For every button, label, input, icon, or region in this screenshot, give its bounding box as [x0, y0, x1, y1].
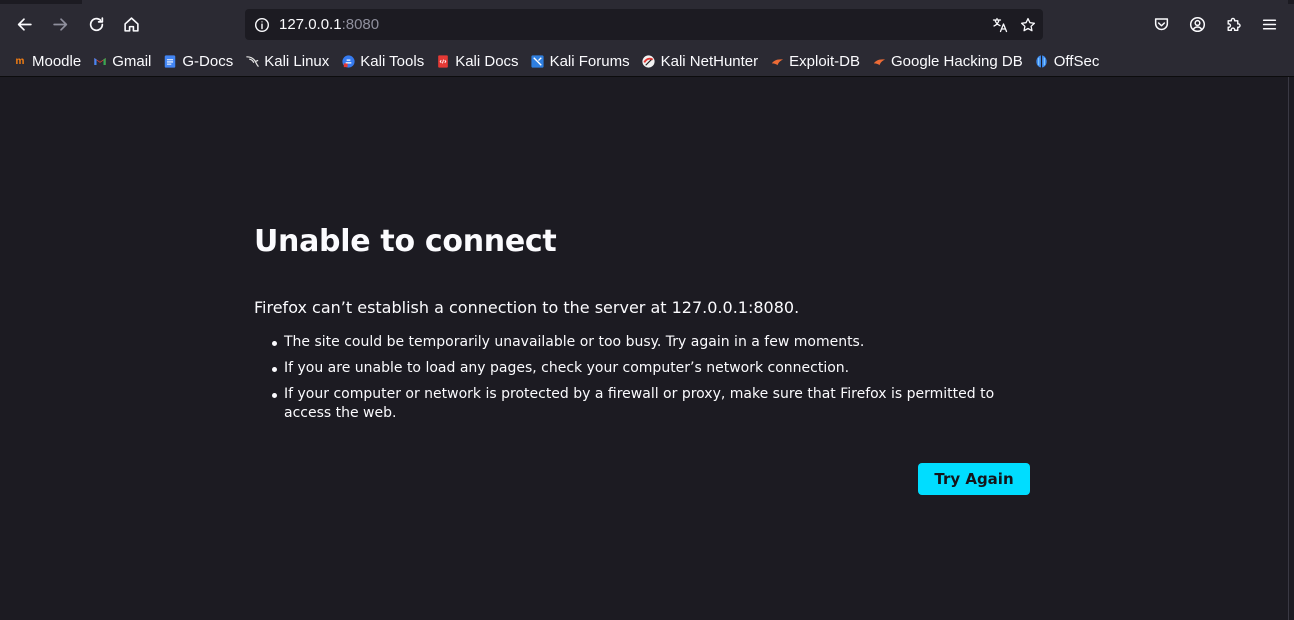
- bookmark-g-docs[interactable]: G-Docs: [158, 49, 237, 73]
- home-button[interactable]: [116, 9, 146, 39]
- bookmark-label: Moodle: [32, 52, 82, 70]
- tab-strip: [0, 0, 1294, 4]
- bookmark-label: Kali Forums: [549, 52, 630, 70]
- bookmark-kali-linux[interactable]: Kali Linux: [240, 49, 333, 73]
- error-description: Firefox can’t establish a connection to …: [254, 298, 800, 317]
- exploit-db-icon: [769, 53, 785, 69]
- kali-tools-icon: [340, 53, 356, 69]
- bookmark-label: Kali Tools: [360, 52, 425, 70]
- arrow-left-icon: [17, 17, 32, 31]
- bookmark-kali-tools[interactable]: Kali Tools: [336, 49, 428, 73]
- bookmark-label: G-Docs: [182, 52, 234, 70]
- bookmark-label: Kali Docs: [455, 52, 519, 70]
- reload-button[interactable]: [81, 9, 111, 39]
- gmail-icon: [92, 53, 108, 69]
- toolbar-right-buttons: [1146, 9, 1284, 39]
- kali-docs-icon: [435, 53, 451, 69]
- account-icon[interactable]: [1182, 9, 1212, 39]
- active-tab-edge[interactable]: [82, 0, 1288, 4]
- list-item: The site could be temporarily unavailabl…: [272, 333, 1034, 352]
- bookmark-kali-docs[interactable]: Kali Docs: [431, 49, 522, 73]
- navigation-toolbar: 127.0.0.1:8080: [0, 6, 1294, 44]
- kali-dragon-icon: [244, 53, 260, 69]
- bookmark-kali-nethunter[interactable]: Kali NetHunter: [637, 49, 763, 73]
- offsec-icon: [1034, 53, 1050, 69]
- arrow-right-icon: [52, 17, 67, 31]
- url-text[interactable]: 127.0.0.1:8080: [279, 16, 379, 33]
- error-suggestions-list: The site could be temporarily unavailabl…: [254, 333, 1034, 423]
- bookmark-label: Kali Linux: [264, 52, 330, 70]
- kali-forums-icon: [530, 53, 546, 69]
- home-icon: [123, 16, 139, 32]
- bookmark-label: Gmail: [112, 52, 152, 70]
- google-docs-icon: [162, 53, 178, 69]
- error-page: Unable to connect Firefox can’t establis…: [254, 220, 1034, 430]
- reload-icon: [89, 16, 103, 31]
- star-icon[interactable]: [1017, 14, 1039, 36]
- bookmark-label: Google Hacking DB: [891, 52, 1023, 70]
- bookmark-moodle[interactable]: m Moodle: [8, 49, 85, 73]
- url-host: 127.0.0.1: [279, 16, 342, 33]
- try-again-button[interactable]: Try Again: [918, 463, 1030, 495]
- bookmark-offsec[interactable]: OffSec: [1030, 49, 1104, 73]
- translate-icon[interactable]: [989, 14, 1011, 36]
- list-item: If you are unable to load any pages, che…: [272, 359, 1034, 378]
- bookmark-label: OffSec: [1053, 52, 1100, 70]
- bookmark-kali-forums[interactable]: Kali Forums: [526, 49, 634, 73]
- site-info-icon[interactable]: [247, 10, 277, 40]
- ghdb-icon: [871, 53, 887, 69]
- puzzle-icon[interactable]: [1218, 9, 1248, 39]
- bookmark-google-hacking-db[interactable]: Google Hacking DB: [867, 49, 1027, 73]
- moodle-icon: m: [15, 55, 25, 67]
- bookmarks-toolbar: m Moodle Gmail G-Docs Kali Linux Kali To…: [0, 47, 1294, 75]
- back-button[interactable]: [9, 9, 39, 39]
- bookmark-label: Kali NetHunter: [660, 52, 759, 70]
- bookmark-exploit-db[interactable]: Exploit-DB: [765, 49, 864, 73]
- list-item: If your computer or network is protected…: [272, 385, 1034, 423]
- forward-button[interactable]: [45, 9, 75, 39]
- url-bar[interactable]: 127.0.0.1:8080: [245, 9, 1043, 40]
- error-title: Unable to connect: [254, 224, 557, 259]
- bookmark-gmail[interactable]: Gmail: [88, 49, 155, 73]
- pocket-icon[interactable]: [1146, 9, 1176, 39]
- hamburger-menu-icon[interactable]: [1254, 9, 1284, 39]
- page-border: [1288, 77, 1294, 620]
- browser-chrome: 127.0.0.1:8080 m Moodle Gmail G-Docs Kal…: [0, 0, 1294, 77]
- nethunter-icon: [641, 53, 657, 69]
- url-actions: [989, 9, 1039, 40]
- url-port: :8080: [341, 16, 380, 33]
- bookmark-label: Exploit-DB: [789, 52, 860, 70]
